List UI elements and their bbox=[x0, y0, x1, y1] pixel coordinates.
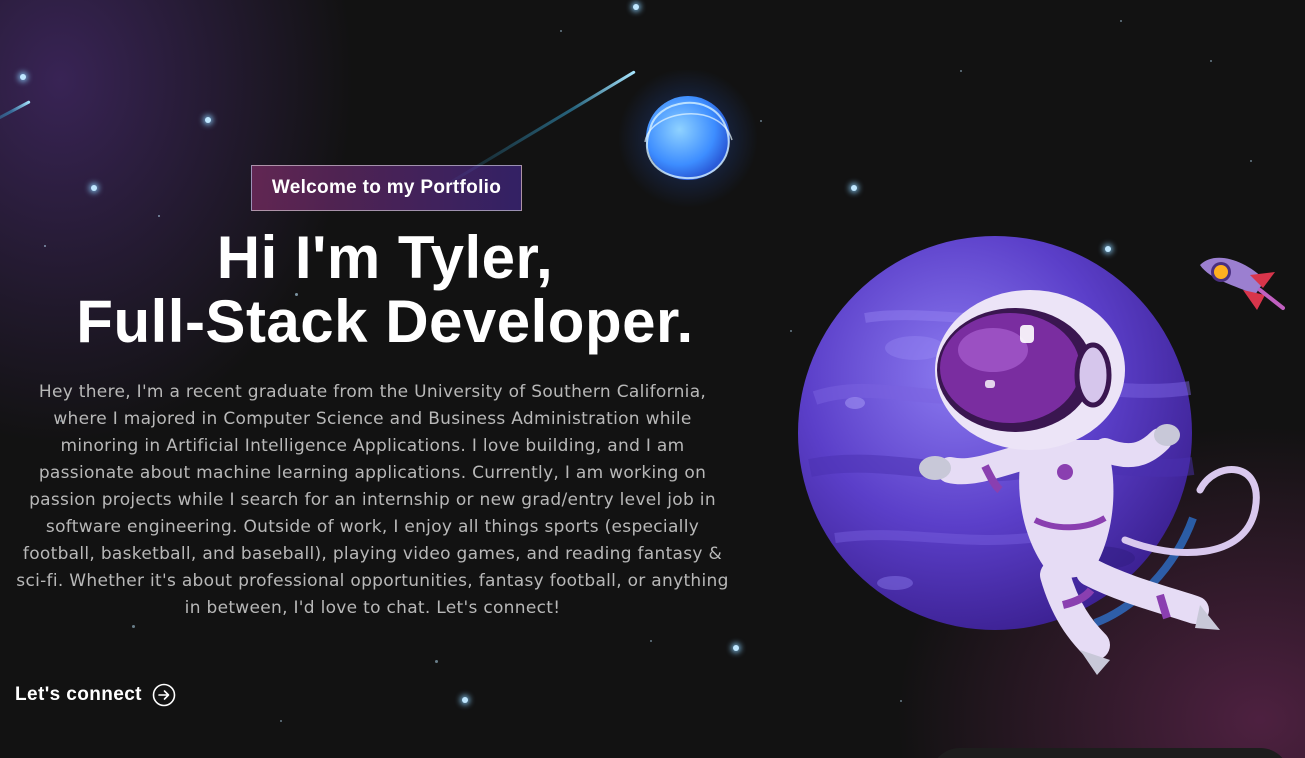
next-section-edge bbox=[930, 748, 1290, 758]
star bbox=[633, 4, 639, 10]
hero-headline: Hi I'm Tyler, Full-Stack Developer. bbox=[20, 226, 750, 354]
star bbox=[91, 185, 97, 191]
star bbox=[1120, 20, 1122, 22]
star bbox=[280, 720, 282, 722]
rocket-icon bbox=[1200, 257, 1285, 310]
star bbox=[1250, 160, 1252, 162]
star bbox=[851, 185, 857, 191]
arrow-right-circle-icon bbox=[152, 683, 176, 707]
star bbox=[20, 74, 26, 80]
blue-moon-icon bbox=[618, 70, 758, 208]
hero-banner: Welcome to my Portfolio Hi I'm Tyler, Fu… bbox=[0, 0, 1305, 758]
lets-connect-button[interactable]: Let's connect bbox=[15, 683, 176, 707]
headline-line-1: Hi I'm Tyler, bbox=[216, 224, 554, 291]
intro-paragraph: Hey there, I'm a recent graduate from th… bbox=[16, 382, 729, 618]
headline-line-2: Full-Stack Developer. bbox=[76, 288, 694, 355]
star bbox=[205, 117, 211, 123]
shooting-star bbox=[0, 100, 31, 136]
star bbox=[560, 30, 562, 32]
star bbox=[158, 215, 160, 217]
star bbox=[733, 645, 739, 651]
star bbox=[790, 330, 792, 332]
star bbox=[462, 697, 468, 703]
star bbox=[132, 625, 135, 628]
star bbox=[435, 660, 438, 663]
star bbox=[650, 640, 652, 642]
lets-connect-label: Let's connect bbox=[15, 684, 142, 705]
star bbox=[900, 700, 902, 702]
welcome-tagline: Welcome to my Portfolio bbox=[251, 165, 522, 211]
astronaut-icon bbox=[919, 290, 1260, 675]
star bbox=[960, 70, 962, 72]
star bbox=[1210, 60, 1212, 62]
